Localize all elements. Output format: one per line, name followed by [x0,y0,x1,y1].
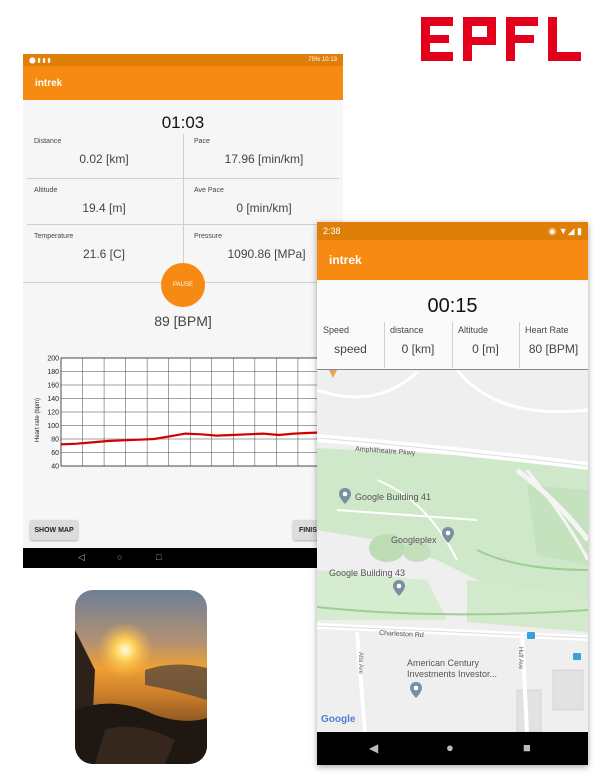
stat-value: 0 [km] [401,342,435,356]
status-time: 2:38 [323,226,341,236]
map-view[interactable]: Amphitheatre Pkwy Google Building 41 Goo… [317,370,588,732]
metric-value: 17.96 [min/km] [224,152,304,166]
chart-y-tick: 180 [47,369,59,376]
stat-label: Speed [323,325,350,335]
divider [384,322,385,368]
app-bar: intrek [23,66,343,100]
sunset-photo [75,590,207,764]
chart-y-tick: 80 [51,437,59,444]
map-pin-icon[interactable] [393,580,405,596]
stat-speed: Speed speed [317,322,384,368]
bpm-readout: 89 [BPM] [154,313,212,329]
metric-temperature: Temperature 21.6 [C] [34,233,174,271]
metric-label: Temperature [34,233,74,240]
chart-y-tick: 60 [51,450,59,457]
home-icon[interactable]: ○ [117,552,122,562]
map-place-label: Google Building 43 [329,568,406,578]
metric-altitude: Altitude 19.4 [m] [34,187,174,225]
divider [452,322,453,368]
map-pin-icon[interactable] [442,527,454,543]
map-road-label: Huff Ave [517,646,524,670]
pause-label: PAUSE [173,282,193,288]
stat-value: 80 [BPM] [528,342,579,356]
metric-value: 0 [min/km] [236,201,292,215]
map-road-label: Alta Ave [356,652,363,674]
chart-y-tick: 120 [47,410,59,417]
status-bar: ⬤ ▮ ▮ ▮ 75% 10:13 [23,54,343,66]
metric-label: Pressure [194,233,223,240]
stat-label: Heart Rate [525,325,569,335]
status-right: 75% 10:13 [308,57,337,63]
home-icon[interactable]: ● [446,740,454,755]
recents-icon[interactable]: ■ [523,740,531,755]
status-icons: ◉ ▼◢ ▮ [548,225,582,236]
timer: 01:03 [161,113,205,132]
metric-label: Pace [194,138,210,145]
metric-distance: Distance 0.02 [km] [34,138,174,176]
chart-y-tick: 200 [47,356,59,363]
map-place-label: Google Building 41 [355,492,432,502]
finish-label: FINIS [299,526,317,534]
stat-label: distance [390,325,424,335]
metric-pace: Pace 17.96 [min/km] [194,138,334,176]
back-icon[interactable]: ◁ [78,552,85,563]
epfl-logo [421,17,581,61]
show-map-label: SHOW MAP [34,526,74,534]
timer: 00:15 [427,295,478,317]
metric-label: Altitude [34,187,58,194]
stat-altitude: Altitude 0 [m] [452,322,519,368]
divider [183,134,184,282]
stat-distance: distance 0 [km] [384,322,452,368]
show-map-button[interactable]: SHOW MAP [30,520,78,540]
map-place-label: Googleplex [391,535,437,545]
metric-value: 0.02 [km] [79,152,129,166]
divider [519,322,520,368]
metric-ave-pace: Ave Pace 0 [min/km] [194,187,334,225]
recents-icon[interactable]: □ [156,552,161,562]
slide: ⬤ ▮ ▮ ▮ 75% 10:13 intrek 01:03 Distance … [0,0,612,775]
map-place-label: Investments Investor... [407,669,498,679]
chart-ylabel: Heart rate (bpm) [35,398,41,442]
metric-label: Ave Pace [194,187,224,194]
app-title: intrek [329,253,362,267]
back-icon[interactable]: ◀ [369,741,378,755]
status-icons-left: ⬤ ▮ ▮ ▮ [29,57,51,64]
google-attribution: Google [321,714,356,725]
nav-bar: ◁ ○ □ [23,548,343,568]
app-bar: intrek [317,240,588,280]
heart-rate-chart: Heart rate (bpm) 200 180 160 140 120 100 80 60 4… [35,356,342,471]
stat-value: 0 [m] [472,342,499,356]
pause-button[interactable]: PAUSE [161,263,205,307]
map-place-label: American Century [407,658,480,668]
stat-heart-rate: Heart Rate 80 [BPM] [519,322,588,368]
phone-map-screen: 2:38 ◉ ▼◢ ▮ intrek 00:15 Speed speed dis… [317,222,588,765]
chart-y-tick: 140 [47,396,59,403]
chart-y-tick: 100 [47,423,59,430]
app-title: intrek [35,77,63,89]
metric-value: 21.6 [C] [82,247,126,261]
metric-value: 19.4 [m] [82,201,126,215]
map-pin-icon[interactable] [339,488,351,504]
nav-bar: ◀ ● ■ [317,732,588,765]
metric-label: Distance [34,138,62,145]
status-bar: 2:38 ◉ ▼◢ ▮ [317,222,588,240]
map-pin-icon[interactable] [410,682,422,698]
chart-y-tick: 160 [47,383,59,390]
phone-tablet-screen: ⬤ ▮ ▮ ▮ 75% 10:13 intrek 01:03 Distance … [23,54,343,568]
chart-y-tick: 40 [51,464,59,471]
stat-label: Altitude [458,325,489,335]
stat-value: speed [334,342,367,356]
